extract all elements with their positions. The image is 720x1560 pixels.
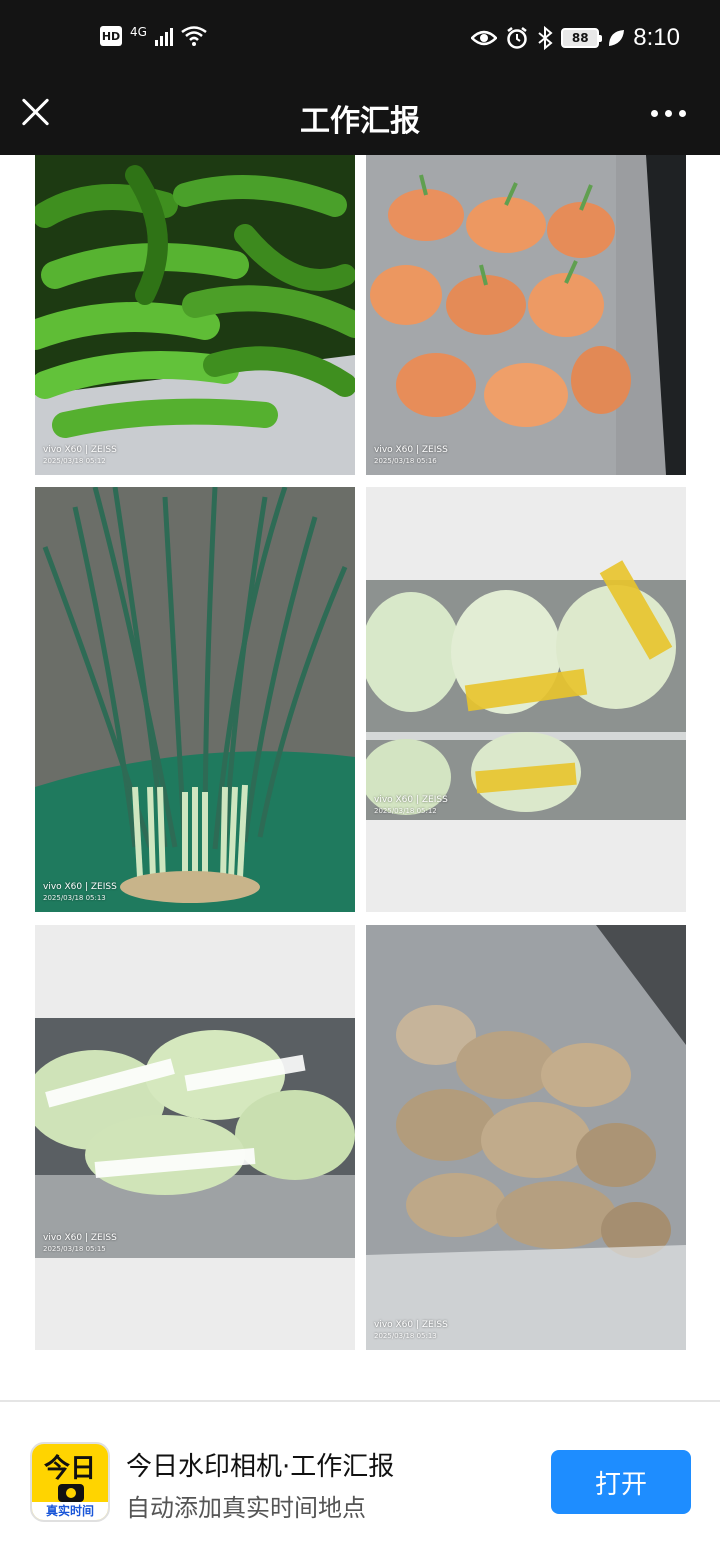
ginger-image [366,925,686,1350]
app-icon-tag: 真实时间 [32,1502,108,1520]
photo-bagged-cabbage[interactable]: vivo X60 | ZEISS 2025/03/18 05:12 [366,487,686,912]
green-peppers-image [35,155,355,475]
app-name: 今日水印相机·工作汇报 [126,1452,395,1482]
app-icon-text: 今日 [43,1454,96,1484]
photo-watermark: vivo X60 | ZEISS 2025/03/18 05:13 [374,1320,448,1340]
bagged-vegetables-image [35,925,355,1350]
status-left: HD 4G [100,26,207,46]
bagged-cabbage-image [366,487,686,912]
more-icon[interactable] [651,110,686,117]
photo-ginger[interactable]: vivo X60 | ZEISS 2025/03/18 05:13 [366,925,686,1350]
eye-icon [471,30,498,46]
page-header: 工作汇报 [0,84,720,155]
app-icon[interactable]: 今日 真实时间 [30,1442,110,1522]
network-label: 4G [130,25,147,39]
status-bar: HD 4G 88 8:10 [0,0,720,84]
top-bar: HD 4G 88 8:10 工作汇报 [0,0,720,155]
photo-watermark: vivo X60 | ZEISS 2025/03/18 05:12 [374,795,448,815]
photo-grid: vivo X60 | ZEISS 2025/03/18 05:12 vivo X… [0,155,720,1395]
photo-watermark: vivo X60 | ZEISS 2025/03/18 05:16 [374,445,448,465]
photo-scallions[interactable]: vivo X60 | ZEISS 2025/03/18 05:13 [35,487,355,912]
app-description: 自动添加真实时间地点 [126,1494,366,1522]
photo-watermark: vivo X60 | ZEISS 2025/03/18 05:15 [43,1233,117,1253]
hd-badge: HD [100,26,122,46]
signal-icon [154,26,173,46]
carrots-image [366,155,686,475]
bluetooth-icon [538,26,553,50]
camera-icon [58,1484,84,1502]
photo-carrots[interactable]: vivo X60 | ZEISS 2025/03/18 05:16 [366,155,686,475]
leaf-icon [609,30,625,46]
page-title: 工作汇报 [300,104,420,139]
app-promo-banner: 今日 真实时间 今日水印相机·工作汇报 自动添加真实时间地点 打开 [0,1402,720,1560]
status-time: 8:10 [633,24,680,51]
photo-watermark: vivo X60 | ZEISS 2025/03/18 05:13 [43,882,117,902]
photo-bagged-vegetables[interactable]: vivo X60 | ZEISS 2025/03/18 05:15 [35,925,355,1350]
battery-indicator: 88 [561,28,603,48]
wifi-icon [181,26,207,46]
scallions-image [35,487,355,912]
photo-green-peppers[interactable]: vivo X60 | ZEISS 2025/03/18 05:12 [35,155,355,475]
photo-watermark: vivo X60 | ZEISS 2025/03/18 05:12 [43,445,117,465]
status-right: 88 8:10 [471,24,680,52]
alarm-icon [507,27,528,49]
open-app-button[interactable]: 打开 [551,1450,691,1514]
